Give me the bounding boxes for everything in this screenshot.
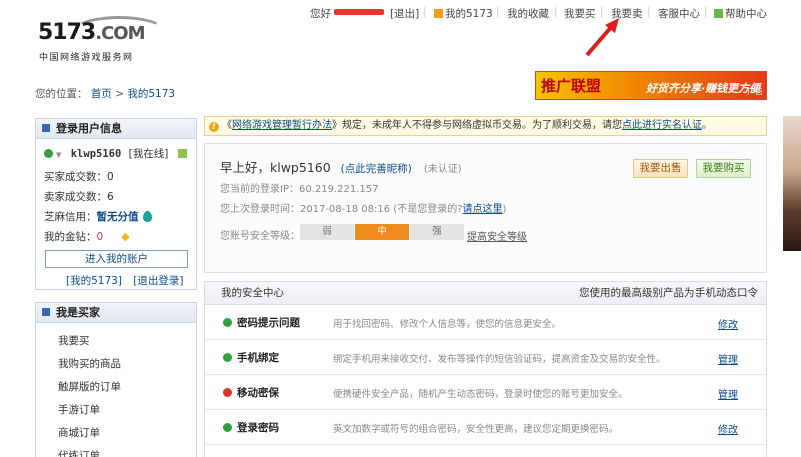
my5173-link[interactable]: 我的5173 — [434, 6, 493, 21]
security-row: 移动密保 便携硬件安全产品，随机产生动态密码，登录时使您的账号更加安全。 管理 — [205, 375, 766, 410]
minor-notice-bar: ! 《网络游戏管理暂行办法》规定，未成年人不得参与网络虚拟币交易。为了顺利交易，请… — [204, 116, 767, 136]
buyer-menu-item[interactable]: 我购买的商品 — [58, 356, 121, 371]
cross-icon — [223, 388, 232, 397]
last-login: 您上次登录时间：2017-08-18 08:16 (不是您登录的? — [220, 204, 463, 215]
breadcrumb: 您的位置： 首页 > 我的5173 — [35, 88, 176, 100]
sesame-value[interactable]: 暂无分值 — [97, 211, 139, 223]
enter-account-button[interactable]: 进入我的账户 — [45, 250, 188, 268]
square-icon — [42, 124, 50, 132]
buyer-panel: 我是买家 我要买 我购买的商品 触屏版的订单 手游订单 商城订单 代练订单 — [35, 302, 197, 457]
top-nav: 您好 [退出] | 我的5173 | 我的收藏 | 我要买 | 我要卖 | 客服… — [310, 6, 767, 21]
improve-security-link[interactable]: 提高安全等级 — [467, 228, 527, 243]
regulation-link[interactable]: 网络游戏管理暂行办法 — [232, 120, 332, 131]
greeting-hello: 早上好，klwp5160 — [220, 160, 331, 175]
buyer-menu-item[interactable]: 触屏版的订单 — [58, 379, 121, 394]
login-panel-title: 登录用户信息 — [36, 119, 196, 139]
gold-value: 0 — [96, 231, 104, 243]
my5173-panel-link[interactable]: [我的5173] — [66, 275, 122, 287]
promo-banner[interactable]: 推广联盟 好货齐分享·赚钱更方便 广告 — [535, 71, 767, 100]
unverified-label: (未认证) — [423, 164, 462, 175]
help-icon — [714, 9, 723, 18]
online-status: [我在线] — [128, 148, 169, 160]
check-icon — [223, 318, 232, 327]
security-row: 登录密码 英文加数字或符号的组合密码，安全性更高，建议您定期更换密码。 修改 — [205, 410, 766, 445]
buy-button[interactable]: 我要购买 — [696, 159, 751, 178]
login-info-panel: 登录用户信息 ▼ klwp5160 [我在线] 买家成交数：0 卖家成交数：6 … — [35, 118, 197, 290]
security-row: 手机绑定 绑定手机用来接收交付、发布等操作的短信验证码，提高资金及交易的安全性。… — [205, 340, 766, 375]
buyer-panel-title: 我是买家 — [36, 303, 196, 323]
check-icon — [44, 149, 53, 158]
greeting-text: 您好 — [310, 8, 331, 20]
sell-button[interactable]: 我要出售 — [633, 159, 688, 178]
security-center: 我的安全中心 您使用的最高级别产品为： 手机动态口令 密码提示问题 用于找回密码… — [204, 281, 767, 457]
site-logo[interactable]: 5173.COM 中国网络游戏服务网 — [38, 16, 164, 63]
help-link[interactable]: 帮助中心 — [714, 6, 767, 21]
breadcrumb-current[interactable]: 我的5173 — [127, 88, 175, 100]
check-icon — [223, 353, 232, 362]
security-level-label: 您账号安全等级： — [220, 231, 300, 242]
buyer-menu-item[interactable]: 代练订单 — [58, 448, 100, 457]
security-level-bar: 弱 中 强 — [300, 224, 465, 240]
security-center-title: 我的安全中心 — [221, 287, 284, 299]
badge-icon — [177, 149, 187, 158]
complete-nickname-link[interactable]: (点此完善昵称) — [341, 163, 412, 175]
breadcrumb-home[interactable]: 首页 — [91, 88, 112, 100]
logout-link[interactable]: [退出] — [390, 6, 419, 21]
side-ad-image[interactable] — [783, 116, 801, 251]
diamond-icon: ◆ — [121, 230, 130, 243]
service-link[interactable]: 客服中心 — [658, 6, 700, 21]
manage-link[interactable]: 管理 — [718, 351, 738, 366]
highest-product: 手机动态口令 — [695, 287, 758, 299]
buyer-menu-item[interactable]: 手游订单 — [58, 402, 100, 417]
redacted-username — [334, 6, 384, 18]
warning-icon: ! — [209, 122, 219, 132]
manage-link[interactable]: 管理 — [718, 386, 738, 401]
security-row: 密码提示问题 用于找回密码、修改个人信息等，使您的信息更安全。 修改 — [205, 305, 766, 340]
square-icon — [42, 308, 50, 316]
favorites-link[interactable]: 我的收藏 — [507, 6, 549, 21]
home-icon — [434, 9, 443, 18]
username: klwp5160 — [70, 148, 122, 160]
realname-link[interactable]: 点此进行实名认证 — [622, 120, 702, 131]
check-icon — [223, 423, 232, 432]
greeting-box: 早上好，klwp5160 (点此完善昵称) (未认证) 您当前的登录IP：60.… — [204, 143, 767, 273]
buyer-deals-value: 0 — [107, 171, 114, 183]
buyer-menu-item[interactable]: 商城订单 — [58, 425, 100, 440]
seller-deals-value: 6 — [107, 191, 114, 203]
modify-link[interactable]: 修改 — [718, 421, 738, 436]
click-here-link[interactable]: 请点这里 — [463, 204, 503, 215]
modify-link[interactable]: 修改 — [718, 316, 738, 331]
login-ip: 您当前的登录IP：60.219.221.157 — [220, 184, 379, 195]
drop-icon — [142, 211, 152, 222]
buyer-menu-item[interactable]: 我要买 — [58, 333, 90, 348]
logout-panel-link[interactable]: [退出登录] — [133, 275, 183, 287]
red-arrow-annotation — [585, 18, 619, 57]
